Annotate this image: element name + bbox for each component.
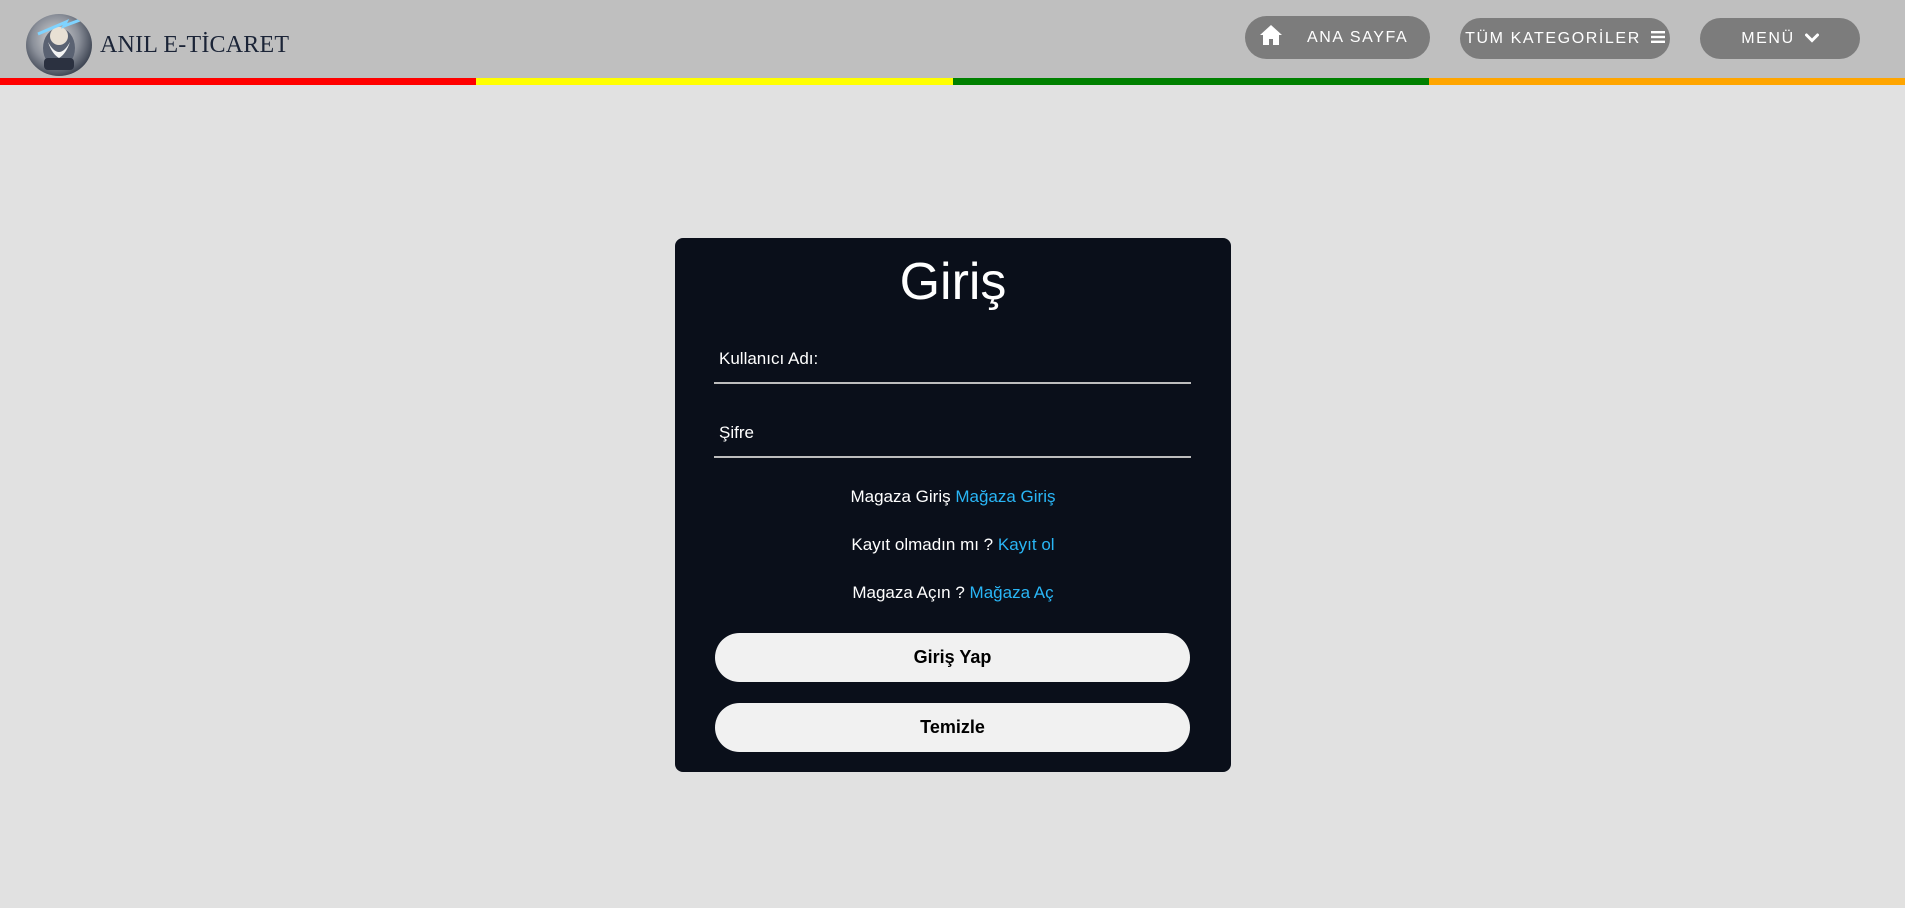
brand-name: ANIL E-TİCARET (100, 31, 290, 58)
store-login-link[interactable]: Mağaza Giriş (955, 487, 1055, 506)
login-submit-button[interactable]: Giriş Yap (715, 633, 1190, 682)
color-stripe-orange (1429, 78, 1905, 85)
register-row: Kayıt olmadın mı ? Kayıt ol (675, 535, 1231, 555)
username-field-wrapper (714, 336, 1191, 384)
brand[interactable]: ANIL E-TİCARET (26, 14, 289, 76)
register-link[interactable]: Kayıt ol (998, 535, 1055, 554)
username-input[interactable] (714, 336, 1191, 382)
password-input[interactable] (714, 410, 1191, 456)
open-store-link[interactable]: Mağaza Aç (970, 583, 1054, 602)
navbar: ANIL E-TİCARET ANA SAYFA TÜM KATEGORİLER… (0, 0, 1905, 78)
open-store-row: Magaza Açın ? Mağaza Aç (675, 583, 1231, 603)
login-title: Giriş (899, 253, 1007, 311)
open-store-text: Magaza Açın ? (852, 583, 965, 602)
store-login-row: Magaza Giriş Mağaza Giriş (675, 487, 1231, 507)
menu-button-label: MENÜ (1741, 29, 1795, 47)
register-text: Kayıt olmadın mı ? (851, 535, 994, 554)
color-stripe-red (0, 78, 476, 85)
color-stripe-yellow (476, 78, 953, 85)
login-card: Giriş Magaza Giriş Mağaza Giriş Kayıt ol… (675, 238, 1231, 772)
color-stripe-green (953, 78, 1429, 85)
home-button[interactable]: ANA SAYFA (1245, 16, 1430, 59)
hamburger-icon (1650, 30, 1665, 48)
menu-button[interactable]: MENÜ (1700, 18, 1860, 59)
store-login-text: Magaza Giriş (850, 487, 951, 506)
wizard-logo-icon (26, 14, 92, 76)
chevron-down-icon (1804, 30, 1819, 48)
all-categories-button[interactable]: TÜM KATEGORİLER (1460, 18, 1670, 59)
all-categories-label: TÜM KATEGORİLER (1465, 29, 1641, 47)
password-field-wrapper (714, 410, 1191, 458)
home-icon (1259, 24, 1283, 51)
clear-button[interactable]: Temizle (715, 703, 1190, 752)
home-button-label: ANA SAYFA (1307, 28, 1409, 46)
